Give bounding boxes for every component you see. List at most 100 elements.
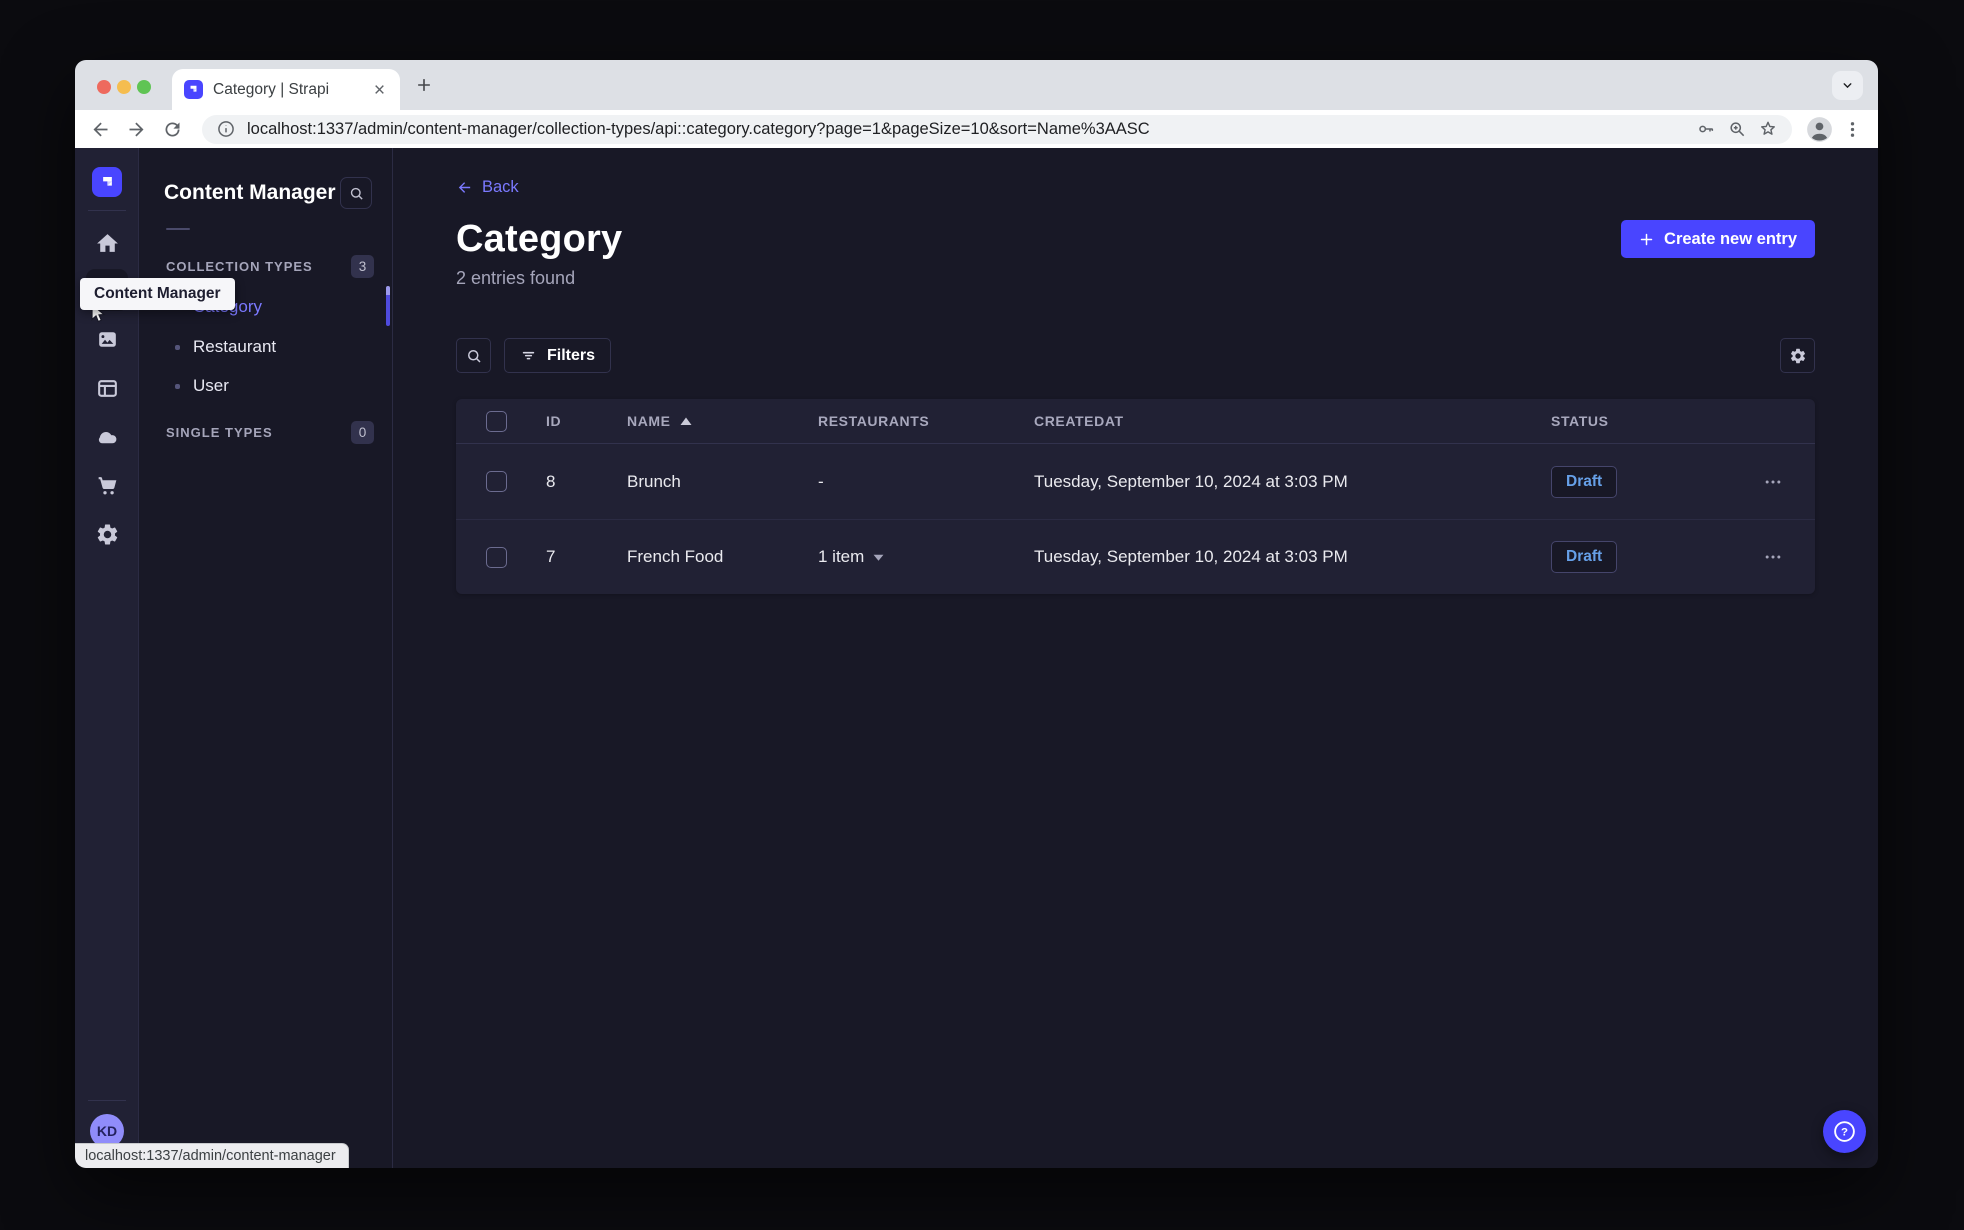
- row-checkbox[interactable]: [486, 546, 507, 568]
- close-tab-icon[interactable]: [371, 81, 388, 98]
- plus-icon: [1640, 233, 1653, 245]
- search-icon: [350, 187, 363, 200]
- search-icon: [467, 349, 481, 363]
- svg-text:?: ?: [1841, 1127, 1848, 1139]
- more-horizontal-icon: [1765, 480, 1781, 483]
- cell-restaurants-expander[interactable]: 1 item: [818, 547, 1034, 567]
- back-nav-icon[interactable]: [90, 119, 111, 140]
- new-tab-icon[interactable]: [415, 76, 433, 94]
- active-item-indicator: [386, 286, 390, 326]
- browser-window: Category | Strapi localhost:1337/admin/c…: [75, 60, 1878, 1168]
- create-new-entry-button[interactable]: Create new entry: [1621, 220, 1815, 258]
- row-actions-button[interactable]: [1753, 542, 1793, 572]
- minimize-window-button[interactable]: [117, 80, 131, 94]
- status-badge: Draft: [1551, 541, 1618, 573]
- cell-id: 8: [546, 471, 556, 491]
- reload-icon[interactable]: [162, 119, 183, 140]
- avatar-initials: KD: [96, 1123, 118, 1139]
- column-header-status[interactable]: STATUS: [1551, 413, 1753, 429]
- back-link[interactable]: Back: [456, 178, 519, 197]
- strapi-favicon-icon: [184, 80, 203, 99]
- column-header-name[interactable]: NAME: [627, 413, 818, 429]
- question-mark-icon: ?: [1834, 1121, 1855, 1142]
- create-button-label: Create new entry: [1664, 229, 1797, 248]
- home-icon: [96, 233, 118, 252]
- sidebar-item-user[interactable]: User: [139, 366, 390, 406]
- tab-strip: Category | Strapi: [75, 60, 1878, 110]
- cell-id: 7: [546, 547, 556, 566]
- cell-name: Brunch: [627, 471, 681, 491]
- browser-tab[interactable]: Category | Strapi: [172, 69, 400, 110]
- cart-icon: [98, 476, 116, 494]
- forward-nav-icon[interactable]: [126, 119, 147, 140]
- help-button[interactable]: ?: [1823, 1110, 1866, 1153]
- filters-button[interactable]: Filters: [504, 338, 612, 373]
- cloud-icon: [98, 431, 116, 443]
- tab-search-chevron-icon[interactable]: [1832, 71, 1863, 100]
- sidebar-item-marketplace[interactable]: [86, 464, 128, 506]
- single-types-label: SINGLE TYPES: [166, 425, 273, 440]
- bookmark-star-icon[interactable]: [1758, 119, 1778, 139]
- rail-divider-bottom: [88, 1100, 126, 1101]
- collection-types-count-badge: 3: [351, 255, 374, 278]
- url-text[interactable]: localhost:1337/admin/content-manager/col…: [247, 120, 1685, 139]
- sort-ascending-icon: [680, 417, 692, 425]
- close-window-button[interactable]: [97, 80, 111, 94]
- row-checkbox[interactable]: [486, 471, 507, 492]
- browser-toolbar: localhost:1337/admin/content-manager/col…: [75, 110, 1878, 148]
- browser-menu-kebab-icon[interactable]: [1842, 119, 1863, 140]
- filter-icon: [522, 351, 535, 360]
- status-badge: Draft: [1551, 465, 1618, 498]
- sidebar-item-cloud[interactable]: [86, 415, 128, 457]
- single-types-count-badge: 0: [351, 421, 374, 444]
- cell-restaurants: -: [818, 471, 824, 491]
- browser-profile-icon[interactable]: [1806, 116, 1833, 143]
- sidebar-item-settings[interactable]: [86, 513, 128, 555]
- content-manager-tooltip: Content Manager: [80, 278, 235, 310]
- password-key-icon[interactable]: [1696, 119, 1716, 139]
- sidebar-item-home[interactable]: [86, 222, 128, 264]
- bullet-icon: [175, 344, 180, 350]
- page-title: Category: [456, 218, 623, 260]
- filters-label: Filters: [547, 346, 596, 364]
- entries-count: 2 entries found: [456, 268, 576, 288]
- media-library-icon: [98, 331, 116, 347]
- browser-status-bar: localhost:1337/admin/content-manager: [75, 1143, 349, 1168]
- gear-icon: [97, 524, 117, 544]
- collection-types-label: COLLECTION TYPES: [166, 259, 313, 274]
- layout-icon: [97, 379, 117, 397]
- column-header-id[interactable]: ID: [546, 413, 627, 429]
- table-search-button[interactable]: [456, 338, 491, 373]
- table-settings-button[interactable]: [1780, 338, 1815, 373]
- strapi-app: KD Content Manager COLLECTION TYPES 3 Ca…: [75, 148, 1878, 1168]
- cell-createdat: Tuesday, September 10, 2024 at 3:03 PM: [1034, 547, 1348, 566]
- subnav-search-button[interactable]: [340, 177, 372, 209]
- subnav-item-label: Restaurant: [193, 337, 277, 356]
- gear-icon: [1790, 348, 1805, 363]
- maximize-window-button[interactable]: [137, 80, 151, 94]
- table-row[interactable]: 7 French Food 1 item Tuesday, September …: [456, 519, 1815, 594]
- strapi-logo[interactable]: [92, 167, 122, 197]
- site-info-icon[interactable]: [216, 119, 236, 139]
- sidebar-item-content-type-builder[interactable]: [86, 367, 128, 409]
- cell-createdat: Tuesday, September 10, 2024 at 3:03 PM: [1034, 471, 1348, 491]
- chevron-down-icon: [873, 554, 884, 561]
- subnav-item-label: User: [193, 376, 229, 395]
- main-content: Back Category Create new entry 2 entries…: [393, 148, 1878, 1168]
- cell-name: French Food: [627, 547, 724, 566]
- select-all-checkbox[interactable]: [486, 410, 507, 432]
- column-header-restaurants[interactable]: RESTAURANTS: [818, 413, 1034, 429]
- address-bar[interactable]: localhost:1337/admin/content-manager/col…: [202, 114, 1792, 144]
- table-header-row: ID NAME RESTAURANTS CREATEDAT STATUS: [456, 399, 1815, 444]
- subnav-title: Content Manager: [164, 181, 336, 204]
- back-label: Back: [482, 178, 519, 196]
- bullet-icon: [175, 383, 180, 389]
- column-header-createdat[interactable]: CREATEDAT: [1034, 413, 1551, 429]
- tab-title: Category | Strapi: [213, 80, 330, 98]
- subnav-divider: [166, 228, 190, 230]
- table-row[interactable]: 8 Brunch - Tuesday, September 10, 2024 a…: [456, 444, 1815, 519]
- row-actions-button[interactable]: [1753, 467, 1793, 497]
- sidebar-item-restaurant[interactable]: Restaurant: [139, 327, 390, 367]
- zoom-icon[interactable]: [1727, 119, 1747, 139]
- arrow-left-icon: [458, 182, 471, 193]
